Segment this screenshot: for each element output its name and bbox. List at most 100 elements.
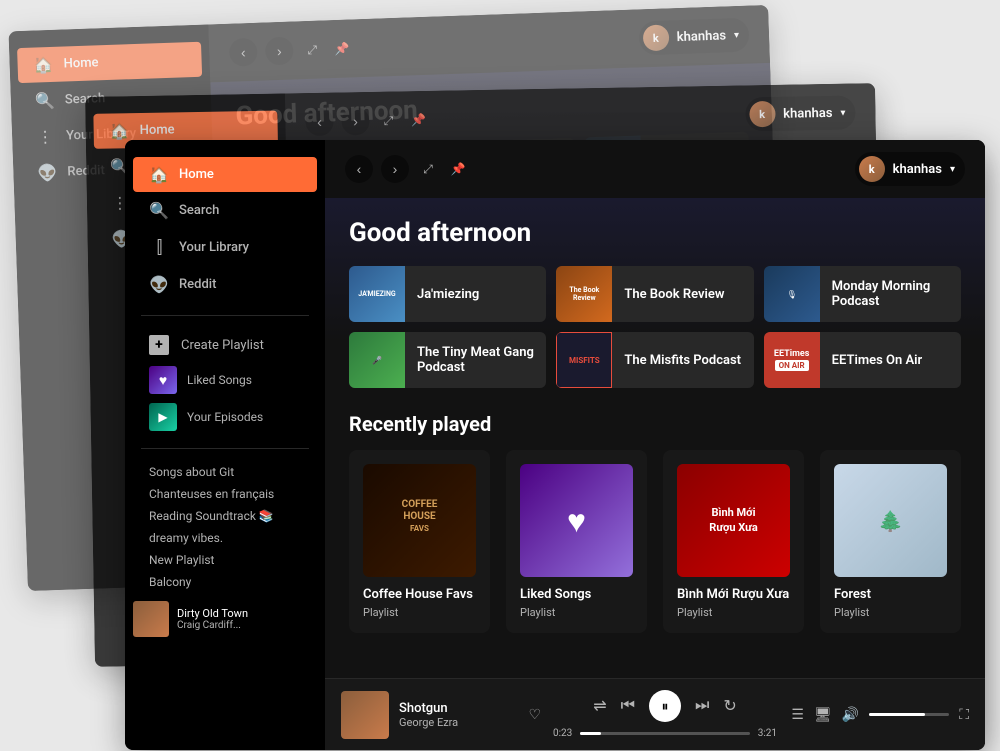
main-content-4: ‹ › ⤢ 📌 k khanhas ▾ Good afternoon JA'MI… — [325, 140, 985, 750]
playlist-dreamy[interactable]: dreamy vibes. — [125, 527, 325, 549]
library-icon-4: ⫿ — [149, 237, 167, 258]
username-4: khanhas — [893, 162, 942, 177]
user-button-2[interactable]: k khanhas ▾ — [745, 95, 856, 131]
home-icon-4: 🏠 — [149, 165, 167, 184]
bookreview-title: The Book Review — [624, 287, 753, 302]
playlist-songs-git[interactable]: Songs about Git — [125, 461, 325, 483]
repeat-button[interactable]: ↻ — [723, 696, 736, 716]
forward-button[interactable]: › — [341, 107, 369, 135]
recent-coffeehouse[interactable]: COFFEEHOUSEFAVS Coffee House Favs Playli… — [349, 450, 490, 633]
home-icon: 🏠 — [110, 121, 128, 140]
coffeehouse-title: Coffee House Favs — [363, 587, 476, 602]
featured-cards: JA'MIEZING Ja'miezing The Book Review Th… — [349, 266, 961, 388]
liked-songs-item[interactable]: ♥ Liked Songs — [133, 362, 317, 398]
recent-liked[interactable]: ♥ Liked Songs Playlist — [506, 450, 647, 633]
play-pause-button[interactable]: ⏸ — [649, 690, 681, 722]
pin-button[interactable]: 📌 — [331, 37, 354, 60]
jamiezing-thumb: JA'MIEZING — [349, 266, 405, 322]
fullscreen-btn-4[interactable]: ⤢ — [417, 158, 439, 180]
sidebar-search-4[interactable]: 🔍 Search — [133, 193, 317, 228]
prev-button[interactable]: ⏮ — [621, 697, 635, 715]
sidebar-library-4[interactable]: ⫿ Your Library — [133, 229, 317, 266]
monday-title: Monday Morning Podcast — [832, 279, 961, 309]
back-button[interactable]: ‹ — [305, 108, 333, 136]
progress-track[interactable] — [580, 732, 749, 735]
fullscreen-button[interactable]: ⤢ — [377, 109, 399, 131]
card-eetimes-4[interactable]: EETimes ON AIR EETimes On Air — [764, 332, 961, 388]
recent-grid: COFFEEHOUSEFAVS Coffee House Favs Playli… — [349, 450, 961, 633]
pin-button[interactable]: 📌 — [407, 109, 429, 131]
back-button[interactable]: ‹ — [229, 38, 258, 67]
greeting-4: Good afternoon — [349, 218, 961, 248]
username-2: khanhas — [783, 105, 833, 121]
player-artist: George Ezra — [399, 716, 518, 729]
card-bookreview-4[interactable]: The Book Review The Book Review — [556, 266, 753, 322]
time-total: 3:21 — [758, 728, 777, 739]
time-current: 0:23 — [553, 728, 572, 739]
queue-icon[interactable]: ☰ — [791, 707, 804, 723]
player-info: Shotgun George Ezra — [399, 701, 518, 729]
avatar-2: k — [749, 101, 775, 127]
user-button[interactable]: k khanhas ▾ — [638, 18, 749, 56]
recent-binh[interactable]: Bình MớiRượu Xưa Bình Mới Rượu Xưa Playl… — [663, 450, 804, 633]
user-button-4[interactable]: k khanhas ▾ — [855, 152, 965, 186]
playlist-new[interactable]: New Playlist — [125, 549, 325, 571]
now-playing-info: Dirty Old Town Craig Cardiff... — [177, 607, 309, 631]
pin-btn-4[interactable]: 📌 — [447, 158, 469, 180]
progress-fill — [580, 732, 600, 735]
heart-icon[interactable]: ♡ — [528, 707, 541, 723]
forward-button[interactable]: › — [265, 37, 294, 66]
card-jamiezing-4[interactable]: JA'MIEZING Ja'miezing — [349, 266, 546, 322]
scroll-area-4[interactable]: Good afternoon JA'MIEZING Ja'miezing The… — [325, 198, 985, 678]
card-tinymeat-4[interactable]: 🎤 The Tiny Meat Gang Podcast — [349, 332, 546, 388]
card-misfits-4[interactable]: MISFITS The Misfits Podcast — [556, 332, 753, 388]
forest-sub: Playlist — [834, 606, 947, 619]
playlist-chanteuses[interactable]: Chanteuses en français — [125, 483, 325, 505]
volume-icon[interactable]: 🔊 — [842, 707, 859, 723]
player-thumb — [341, 691, 389, 739]
back-btn-4[interactable]: ‹ — [345, 155, 373, 183]
avatar-4: k — [859, 156, 885, 182]
misfits-thumb: MISFITS — [556, 332, 612, 388]
volume-bar[interactable] — [869, 713, 949, 716]
reddit-label: Reddit — [179, 277, 216, 292]
bookreview-thumb: The Book Review — [556, 266, 612, 322]
home-label: Home — [179, 167, 214, 182]
liked-sub: Playlist — [520, 606, 633, 619]
sidebar-home-4[interactable]: 🏠 Home — [133, 157, 317, 192]
recently-played-title: Recently played — [349, 412, 961, 436]
fullscreen-icon[interactable]: ⛶ — [959, 707, 969, 723]
library-icon: ⋮ — [36, 127, 55, 147]
shuffle-button[interactable]: ⇌ — [593, 696, 606, 716]
search-label: Search — [179, 203, 219, 218]
now-playing-thumb — [133, 601, 169, 637]
home-icon: 🏠 — [33, 55, 52, 75]
chevron-down-icon: ▾ — [734, 29, 739, 40]
playlist-balcony[interactable]: Balcony — [125, 571, 325, 593]
nav-buttons: ‹ › ⤢ 📌 — [229, 34, 354, 66]
sidebar-home[interactable]: 🏠 Home — [17, 42, 202, 83]
library-label: Your Library — [179, 240, 249, 255]
tinymeat-thumb: 🎤 — [349, 332, 405, 388]
eetimes-title: EETimes On Air — [832, 353, 961, 368]
topbar-4: ‹ › ⤢ 📌 k khanhas ▾ — [325, 140, 985, 198]
next-button[interactable]: ⏭ — [695, 697, 709, 715]
forward-btn-4[interactable]: › — [381, 155, 409, 183]
your-episodes-item[interactable]: ▶ Your Episodes — [133, 399, 317, 435]
recent-forest[interactable]: 🌲 Forest Playlist — [820, 450, 961, 633]
devices-icon[interactable]: 🖥 — [814, 707, 832, 723]
monday-thumb: 🎙 — [764, 266, 820, 322]
liked-songs-label: Liked Songs — [187, 373, 252, 387]
card-monday-4[interactable]: 🎙 Monday Morning Podcast — [764, 266, 961, 322]
jamiezing-title: Ja'miezing — [417, 287, 546, 302]
sidebar-reddit-4[interactable]: 👽 Reddit — [133, 267, 317, 302]
search-icon-4: 🔍 — [149, 201, 167, 220]
episodes-label: Your Episodes — [187, 410, 263, 424]
create-playlist-btn[interactable]: + Create Playlist — [133, 329, 317, 361]
player-bar: Shotgun George Ezra ♡ ⇌ ⏮ ⏸ ⏭ ↻ 0:23 — [325, 678, 985, 750]
control-buttons: ⇌ ⏮ ⏸ ⏭ ↻ — [593, 690, 737, 722]
nav-buttons-4: ‹ › ⤢ 📌 — [345, 155, 469, 183]
fullscreen-button[interactable]: ⤢ — [301, 38, 324, 61]
sidebar-4: 🏠 Home 🔍 Search ⫿ Your Library 👽 Reddit — [125, 140, 325, 750]
playlist-reading[interactable]: Reading Soundtrack 📚 — [125, 505, 325, 527]
